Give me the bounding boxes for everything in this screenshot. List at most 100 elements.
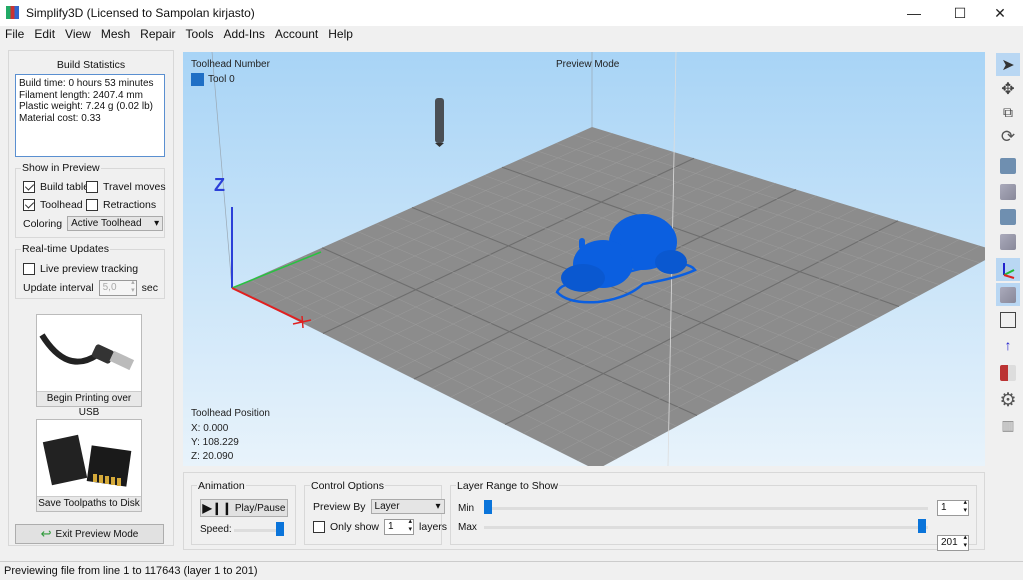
play-pause-button[interactable]: ▶❙❙ Play/Pause bbox=[200, 499, 288, 517]
menu-view[interactable]: View bbox=[60, 26, 96, 44]
view-right-button[interactable] bbox=[996, 230, 1020, 253]
rotate-icon: ⟳ bbox=[1000, 126, 1016, 146]
control-options-title: Control Options bbox=[310, 480, 385, 492]
view-front-button[interactable] bbox=[996, 154, 1020, 177]
arrow-pointer-icon: ➤ bbox=[1001, 56, 1015, 74]
min-layer-slider-thumb[interactable] bbox=[484, 500, 492, 514]
exit-preview-label: Exit Preview Mode bbox=[55, 528, 139, 540]
usb-print-button[interactable]: Begin Printing over USB bbox=[36, 314, 142, 418]
build-stats-title: Build Statistics bbox=[56, 59, 126, 71]
wireframe-cube-icon bbox=[1000, 311, 1016, 328]
menu-help[interactable]: Help bbox=[323, 26, 358, 44]
max-layer-slider-thumb[interactable] bbox=[918, 519, 926, 533]
retractions-checkbox[interactable]: Retractions bbox=[86, 199, 156, 211]
build-stats-box: Build time: 0 hours 53 minutes Filament … bbox=[15, 74, 165, 157]
build-plate-scene[interactable] bbox=[183, 52, 985, 466]
status-bar: Previewing file from line 1 to 117643 (l… bbox=[0, 561, 1023, 580]
rotate-tool-button[interactable]: ⟳ bbox=[996, 125, 1020, 148]
z-axis-view-button[interactable]: ↑ bbox=[996, 333, 1020, 356]
label: Travel moves bbox=[103, 181, 166, 193]
cube-icon bbox=[1000, 286, 1016, 303]
travel-moves-checkbox[interactable]: Travel moves bbox=[86, 181, 166, 193]
build-table-checkbox[interactable]: Build table bbox=[23, 181, 89, 193]
only-show-checkbox[interactable] bbox=[313, 521, 325, 533]
scale-tool-button[interactable]: ⧉ bbox=[996, 101, 1020, 124]
exit-preview-button[interactable]: ↩ Exit Preview Mode bbox=[15, 524, 164, 544]
min-layer-spinner[interactable]: 1 bbox=[937, 499, 969, 516]
coloring-row: Coloring Active Toolhead bbox=[23, 216, 164, 231]
settings-button[interactable]: ⚙ bbox=[996, 389, 1020, 412]
coloring-label: Coloring bbox=[23, 217, 63, 230]
app-icon bbox=[6, 6, 19, 19]
coloring-select[interactable]: Active Toolhead bbox=[67, 216, 164, 231]
menu-tools[interactable]: Tools bbox=[181, 26, 219, 44]
cube-icon bbox=[1000, 233, 1016, 250]
max-label: Max bbox=[458, 522, 477, 533]
preview-by-select[interactable]: Layer bbox=[370, 499, 445, 514]
min-label: Min bbox=[458, 503, 475, 514]
tool-label: Tool 0 bbox=[208, 74, 235, 85]
machine-button[interactable]: ▥ bbox=[996, 414, 1020, 437]
min-layer-slider-track[interactable] bbox=[484, 507, 928, 510]
minimize-button[interactable]: — bbox=[891, 0, 937, 26]
checkbox[interactable] bbox=[23, 199, 35, 211]
menu-mesh[interactable]: Mesh bbox=[96, 26, 135, 44]
live-preview-checkbox[interactable]: Live preview tracking bbox=[23, 263, 138, 275]
play-pause-label: Play/Pause bbox=[234, 502, 286, 514]
back-arrow-icon: ↩ bbox=[40, 526, 52, 541]
play-pause-icon: ▶❙❙ bbox=[202, 501, 232, 515]
label: Retractions bbox=[103, 199, 157, 211]
animation-title: Animation bbox=[197, 480, 246, 492]
checkbox[interactable] bbox=[23, 181, 35, 193]
view-back-button[interactable] bbox=[996, 180, 1020, 203]
preview-mode-label: Preview Mode bbox=[556, 59, 620, 70]
menu-account[interactable]: Account bbox=[270, 26, 323, 44]
only-show-spinner[interactable]: 1 bbox=[384, 518, 415, 535]
menu-repair[interactable]: Repair bbox=[135, 26, 180, 44]
menu-addins[interactable]: Add-Ins bbox=[219, 26, 270, 44]
title-bar: Simplify3D (Licensed to Sampolan kirjast… bbox=[0, 0, 1023, 26]
toolhead-number-title: Toolhead Number bbox=[191, 59, 270, 70]
interval-spinner[interactable]: 5,0 bbox=[98, 279, 137, 296]
move-tool-button[interactable]: ✥ bbox=[996, 77, 1020, 100]
max-layer-slider-track[interactable] bbox=[484, 526, 928, 529]
menu-edit[interactable]: Edit bbox=[29, 26, 60, 44]
move-arrows-icon: ✥ bbox=[1001, 80, 1015, 98]
checkbox[interactable] bbox=[23, 263, 35, 275]
usb-print-label: Begin Printing over USB bbox=[37, 391, 141, 418]
checkbox[interactable] bbox=[86, 181, 98, 193]
3d-viewport[interactable]: Toolhead Number Tool 0 Preview Mode Z To… bbox=[183, 52, 985, 466]
interval-label: Update interval bbox=[23, 282, 94, 294]
menu-file[interactable]: File bbox=[0, 26, 29, 44]
max-layer-spinner[interactable]: 201 bbox=[937, 534, 969, 551]
z-axis-label: Z bbox=[214, 175, 225, 195]
save-toolpaths-button[interactable]: Save Toolpaths to Disk bbox=[36, 419, 142, 512]
material-cost: Material cost: 0.33 bbox=[19, 112, 101, 124]
view-iso-button[interactable] bbox=[996, 283, 1020, 306]
cross-section-button[interactable] bbox=[996, 361, 1020, 384]
realtime-title: Real-time Updates bbox=[21, 243, 110, 255]
speed-slider-thumb[interactable] bbox=[276, 522, 284, 536]
wireframe-button[interactable] bbox=[996, 308, 1020, 331]
axes-icon bbox=[1003, 262, 1015, 279]
label: Live preview tracking bbox=[40, 263, 139, 275]
save-toolpaths-label: Save Toolpaths to Disk bbox=[37, 496, 141, 511]
close-button[interactable]: ✕ bbox=[977, 0, 1023, 26]
toolhead-checkbox[interactable]: Toolhead bbox=[23, 199, 83, 211]
position-x: X: 0.000 bbox=[191, 423, 229, 434]
cube-icon bbox=[1000, 157, 1016, 174]
view-left-button[interactable] bbox=[996, 205, 1020, 228]
machine-icon: ▥ bbox=[1001, 417, 1015, 433]
label: Build table bbox=[40, 181, 90, 193]
select-tool-button[interactable]: ➤ bbox=[996, 53, 1020, 76]
toolhead-nozzle bbox=[435, 143, 444, 147]
up-arrow-icon: ↑ bbox=[1004, 336, 1012, 353]
layers-label: layers bbox=[419, 521, 448, 533]
axes-toggle-button[interactable] bbox=[996, 258, 1020, 281]
show-in-preview-title: Show in Preview bbox=[21, 162, 101, 174]
preview-by-label: Preview By bbox=[313, 500, 366, 513]
checkbox[interactable] bbox=[86, 199, 98, 211]
speed-label: Speed: bbox=[200, 524, 232, 535]
position-z: Z: 20.090 bbox=[191, 451, 234, 462]
tool-color-swatch bbox=[191, 73, 204, 86]
